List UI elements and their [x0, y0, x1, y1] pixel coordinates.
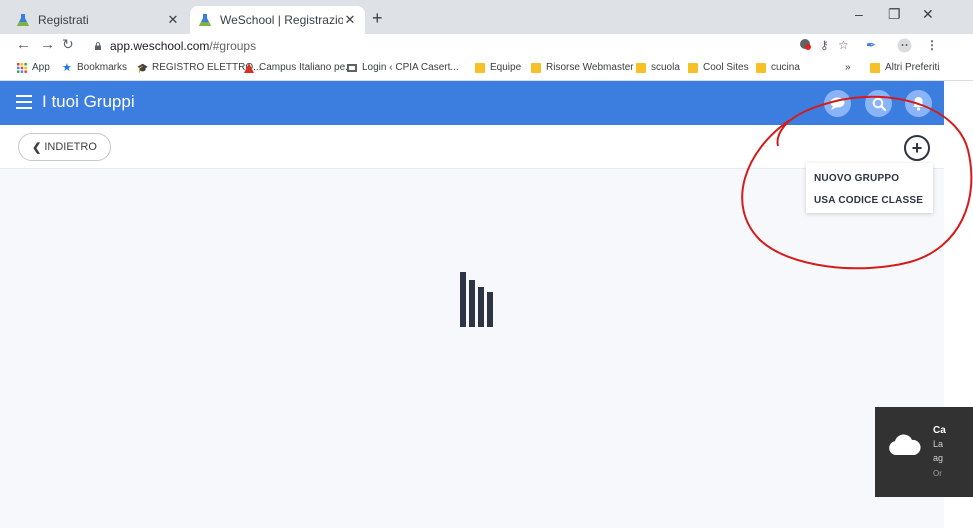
url-path: /#groups — [209, 39, 257, 53]
lock-icon — [95, 42, 101, 50]
extension-icon[interactable] — [799, 38, 811, 53]
tab-weschool-registrazione[interactable]: WeSchool | Registrazione ✕ — [190, 6, 365, 34]
folder-icon — [475, 62, 485, 73]
new-tab-button[interactable]: + — [372, 8, 383, 29]
folder-icon — [636, 62, 646, 73]
hamburger-menu-icon[interactable] — [16, 95, 32, 109]
bookmark-altri-preferiti[interactable]: Altri Preferiti — [870, 62, 939, 73]
bookmark-app[interactable]: App — [17, 62, 50, 73]
add-group-menu: NUOVO GRUPPO USA CODICE CLASSE — [806, 163, 933, 213]
folder-icon — [756, 62, 766, 73]
forward-arrow-icon[interactable]: → — [40, 36, 55, 53]
cap-icon: 🎓 — [137, 62, 149, 73]
minimize-icon[interactable]: – — [855, 6, 863, 22]
bookmark-label: scuola — [651, 62, 680, 73]
bookmarks-overflow-button[interactable]: » — [845, 62, 851, 73]
folder-icon — [688, 62, 698, 73]
bookmark-label: Login ‹ CPIA Casert... — [362, 62, 459, 73]
browser-toolbar: ← → ↻ app.weschool.com/#groups ⚷ ☆ ✒ ⋮ — [0, 34, 973, 58]
browser-tab-strip: Registrati ✕ WeSchool | Registrazione ✕ … — [0, 0, 973, 34]
key-icon[interactable]: ⚷ — [820, 38, 829, 52]
app-header: I tuoi Gruppi — [0, 81, 944, 125]
add-group-button[interactable]: + — [904, 135, 930, 161]
bookmark-label: Cool Sites — [703, 62, 749, 73]
onedrive-notification[interactable]: Ca La ag Or — [875, 407, 973, 497]
close-tab-icon[interactable]: ✕ — [343, 12, 357, 28]
cloud-icon — [889, 434, 921, 455]
campus-icon — [244, 62, 254, 73]
folder-icon — [531, 62, 541, 73]
loading-spinner-icon — [460, 272, 493, 327]
back-button-label: INDIETRO — [44, 141, 97, 153]
folder-icon — [870, 62, 880, 73]
cpia-icon — [347, 63, 357, 72]
bookmark-risorse-webmaster[interactable]: Risorse Webmaster — [531, 62, 634, 73]
bookmark-label: Altri Preferiti — [885, 62, 940, 73]
bookmark-label: App — [32, 62, 50, 73]
bookmark-label: Risorse Webmaster — [546, 62, 634, 73]
groups-toolbar: ❮ INDIETRO — [0, 125, 944, 169]
star-icon: ★ — [62, 61, 72, 74]
tab-registrati[interactable]: Registrati ✕ — [8, 6, 188, 34]
notification-source: Or — [933, 469, 942, 478]
apps-grid-icon — [17, 62, 27, 73]
eyedropper-icon[interactable]: ✒ — [866, 38, 876, 52]
bookmark-registro[interactable]: 🎓 REGISTRO ELETTRO... — [137, 62, 261, 73]
bookmark-scuola[interactable]: scuola — [636, 62, 680, 73]
weschool-flask-icon — [17, 14, 29, 26]
page-title: I tuoi Gruppi — [42, 92, 135, 111]
notification-text: La — [933, 439, 944, 449]
profile-avatar-icon[interactable] — [897, 38, 912, 56]
chat-icon[interactable] — [824, 90, 851, 117]
back-arrow-icon[interactable]: ← — [16, 36, 31, 53]
window-close-icon[interactable]: ✕ — [922, 6, 934, 23]
url-host: app.weschool.com — [110, 39, 210, 53]
back-button[interactable]: ❮ INDIETRO — [18, 133, 111, 161]
chevron-left-icon: ❮ — [32, 141, 42, 154]
weschool-flask-icon — [199, 14, 211, 26]
chrome-menu-icon[interactable]: ⋮ — [926, 38, 938, 52]
bookmark-bookmarks[interactable]: ★ Bookmarks — [62, 62, 127, 73]
close-tab-icon[interactable]: ✕ — [166, 12, 180, 28]
maximize-icon[interactable]: ❐ — [888, 6, 901, 23]
tab-title: Registrati — [38, 13, 89, 27]
bookmark-cpia[interactable]: Login ‹ CPIA Casert... — [347, 62, 459, 73]
notification-title: Ca — [933, 425, 946, 436]
search-icon[interactable] — [865, 90, 892, 117]
notification-text: ag — [933, 453, 944, 463]
bell-icon[interactable] — [905, 90, 932, 117]
bookmark-equipe[interactable]: Equipe — [475, 62, 521, 73]
menu-item-usa-codice-classe[interactable]: USA CODICE CLASSE — [806, 189, 933, 211]
groups-content-area — [0, 169, 944, 528]
bookmark-cool-sites[interactable]: Cool Sites — [688, 62, 749, 73]
bookmark-star-icon[interactable]: ☆ — [838, 38, 849, 52]
bookmark-label: cucina — [771, 62, 800, 73]
bookmark-cucina[interactable]: cucina — [756, 62, 800, 73]
menu-item-nuovo-gruppo[interactable]: NUOVO GRUPPO — [806, 167, 933, 189]
reload-icon[interactable]: ↻ — [62, 36, 74, 53]
bookmark-campus[interactable]: Campus Italiano pe... — [244, 62, 354, 73]
bookmarks-bar: App ★ Bookmarks 🎓 REGISTRO ELETTRO... Ca… — [0, 58, 973, 81]
bookmark-label: Campus Italiano pe... — [259, 62, 354, 73]
tab-title: WeSchool | Registrazione — [220, 13, 343, 27]
address-bar[interactable]: app.weschool.com/#groups — [88, 35, 833, 57]
bookmark-label: Bookmarks — [77, 62, 128, 73]
bookmark-label: Equipe — [490, 62, 522, 73]
